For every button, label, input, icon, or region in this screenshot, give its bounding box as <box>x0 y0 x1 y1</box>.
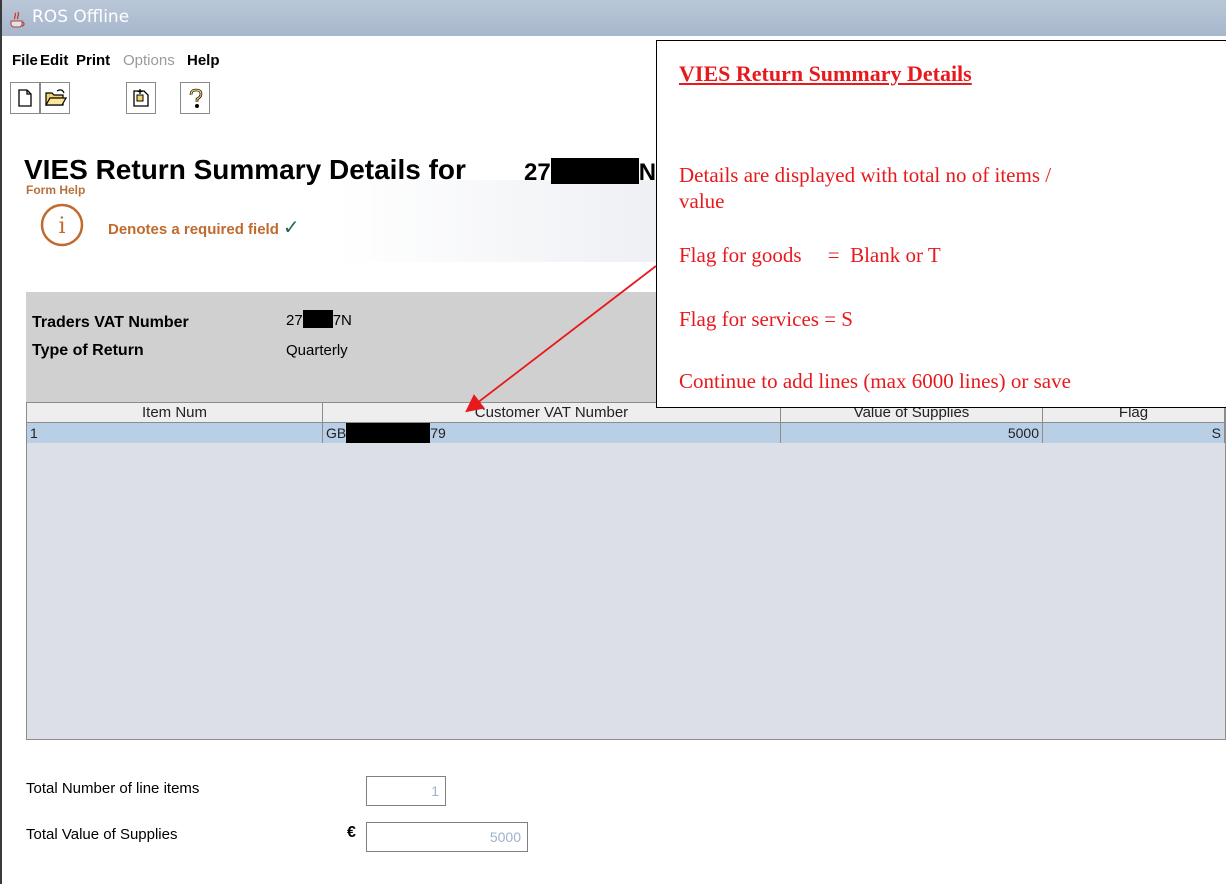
menu-file[interactable]: File <box>12 52 38 69</box>
java-coffee-icon <box>10 11 25 28</box>
new-document-icon <box>18 89 32 107</box>
cell-flag[interactable]: S <box>1043 423 1225 443</box>
table-row[interactable]: 1 GB 79 5000 S <box>27 423 1225 443</box>
callout-line-1: Details are displayed with total no of i… <box>679 163 1052 187</box>
total-line-items-field[interactable]: 1 <box>366 776 446 806</box>
return-type-value: Quarterly <box>286 342 348 359</box>
help-icon <box>189 88 203 108</box>
cell-value-of-supplies[interactable]: 5000 <box>781 423 1043 443</box>
required-field-note: Denotes a required field ✓ <box>108 215 300 240</box>
callout-line-5: Continue to add lines (max 6000 lines) o… <box>679 369 1071 393</box>
total-line-items-label: Total Number of line items <box>26 780 200 797</box>
cell-item-num[interactable]: 1 <box>27 423 323 443</box>
cell-customer-vat[interactable]: GB 79 <box>323 423 781 443</box>
traders-vat-value: 27 7N <box>286 310 352 329</box>
form-help-link[interactable]: Form Help <box>26 183 85 197</box>
menu-help[interactable]: Help <box>187 52 220 69</box>
title-vat-prefix: 27 <box>524 159 551 186</box>
window-title: ROS Offline <box>32 7 130 27</box>
new-button[interactable] <box>10 82 40 114</box>
trader-details-panel: Traders VAT Number 27 7N Type of Return Q… <box>26 292 686 404</box>
customer-vat-suffix: 79 <box>430 425 446 441</box>
redaction-block <box>302 310 333 328</box>
euro-symbol: € <box>347 824 356 841</box>
open-button[interactable] <box>40 82 70 114</box>
ros-offline-window: ROS Offline File Edit Print Options Help <box>0 0 1226 884</box>
traders-vat-suffix: 7N <box>332 312 352 329</box>
title-vat-suffix: N <box>638 159 657 186</box>
menu-edit[interactable]: Edit <box>40 52 68 69</box>
menu-options[interactable]: Options <box>123 52 175 69</box>
total-value-label: Total Value of Supplies <box>26 826 178 843</box>
redaction-block <box>550 158 639 184</box>
new-return-button[interactable] <box>126 82 156 114</box>
required-note-text: Denotes a required field <box>108 221 279 238</box>
redaction-block <box>346 423 431 443</box>
help-button[interactable] <box>180 82 210 114</box>
menu-print[interactable]: Print <box>76 52 110 69</box>
new-return-icon <box>133 89 149 107</box>
callout-heading: VIES Return Summary Details <box>679 61 972 86</box>
page-title: VIES Return Summary Details for <box>24 154 466 185</box>
callout-line-4: Flag for services = S <box>679 307 853 331</box>
traders-vat-label: Traders VAT Number <box>32 314 189 331</box>
open-folder-icon <box>45 89 67 106</box>
svg-text:i: i <box>58 214 65 239</box>
customer-vat-prefix: GB <box>326 425 347 441</box>
column-header-item-num[interactable]: Item Num <box>27 403 323 423</box>
annotation-callout: VIES Return Summary Details Details are … <box>656 40 1226 408</box>
vies-lines-table[interactable]: Item Num Customer VAT Number Value of Su… <box>26 402 1226 740</box>
traders-vat-prefix: 27 <box>286 312 303 329</box>
page-title-vat-number: 27 N <box>524 158 656 187</box>
title-bar[interactable]: ROS Offline <box>2 0 1226 36</box>
return-type-label: Type of Return <box>32 342 144 359</box>
callout-line-2: value <box>679 189 725 213</box>
total-value-field[interactable]: 5000 <box>366 822 528 852</box>
check-icon: ✓ <box>282 217 300 239</box>
callout-line-3: Flag for goods = Blank or T <box>679 243 941 267</box>
info-icon[interactable]: i <box>40 203 84 247</box>
